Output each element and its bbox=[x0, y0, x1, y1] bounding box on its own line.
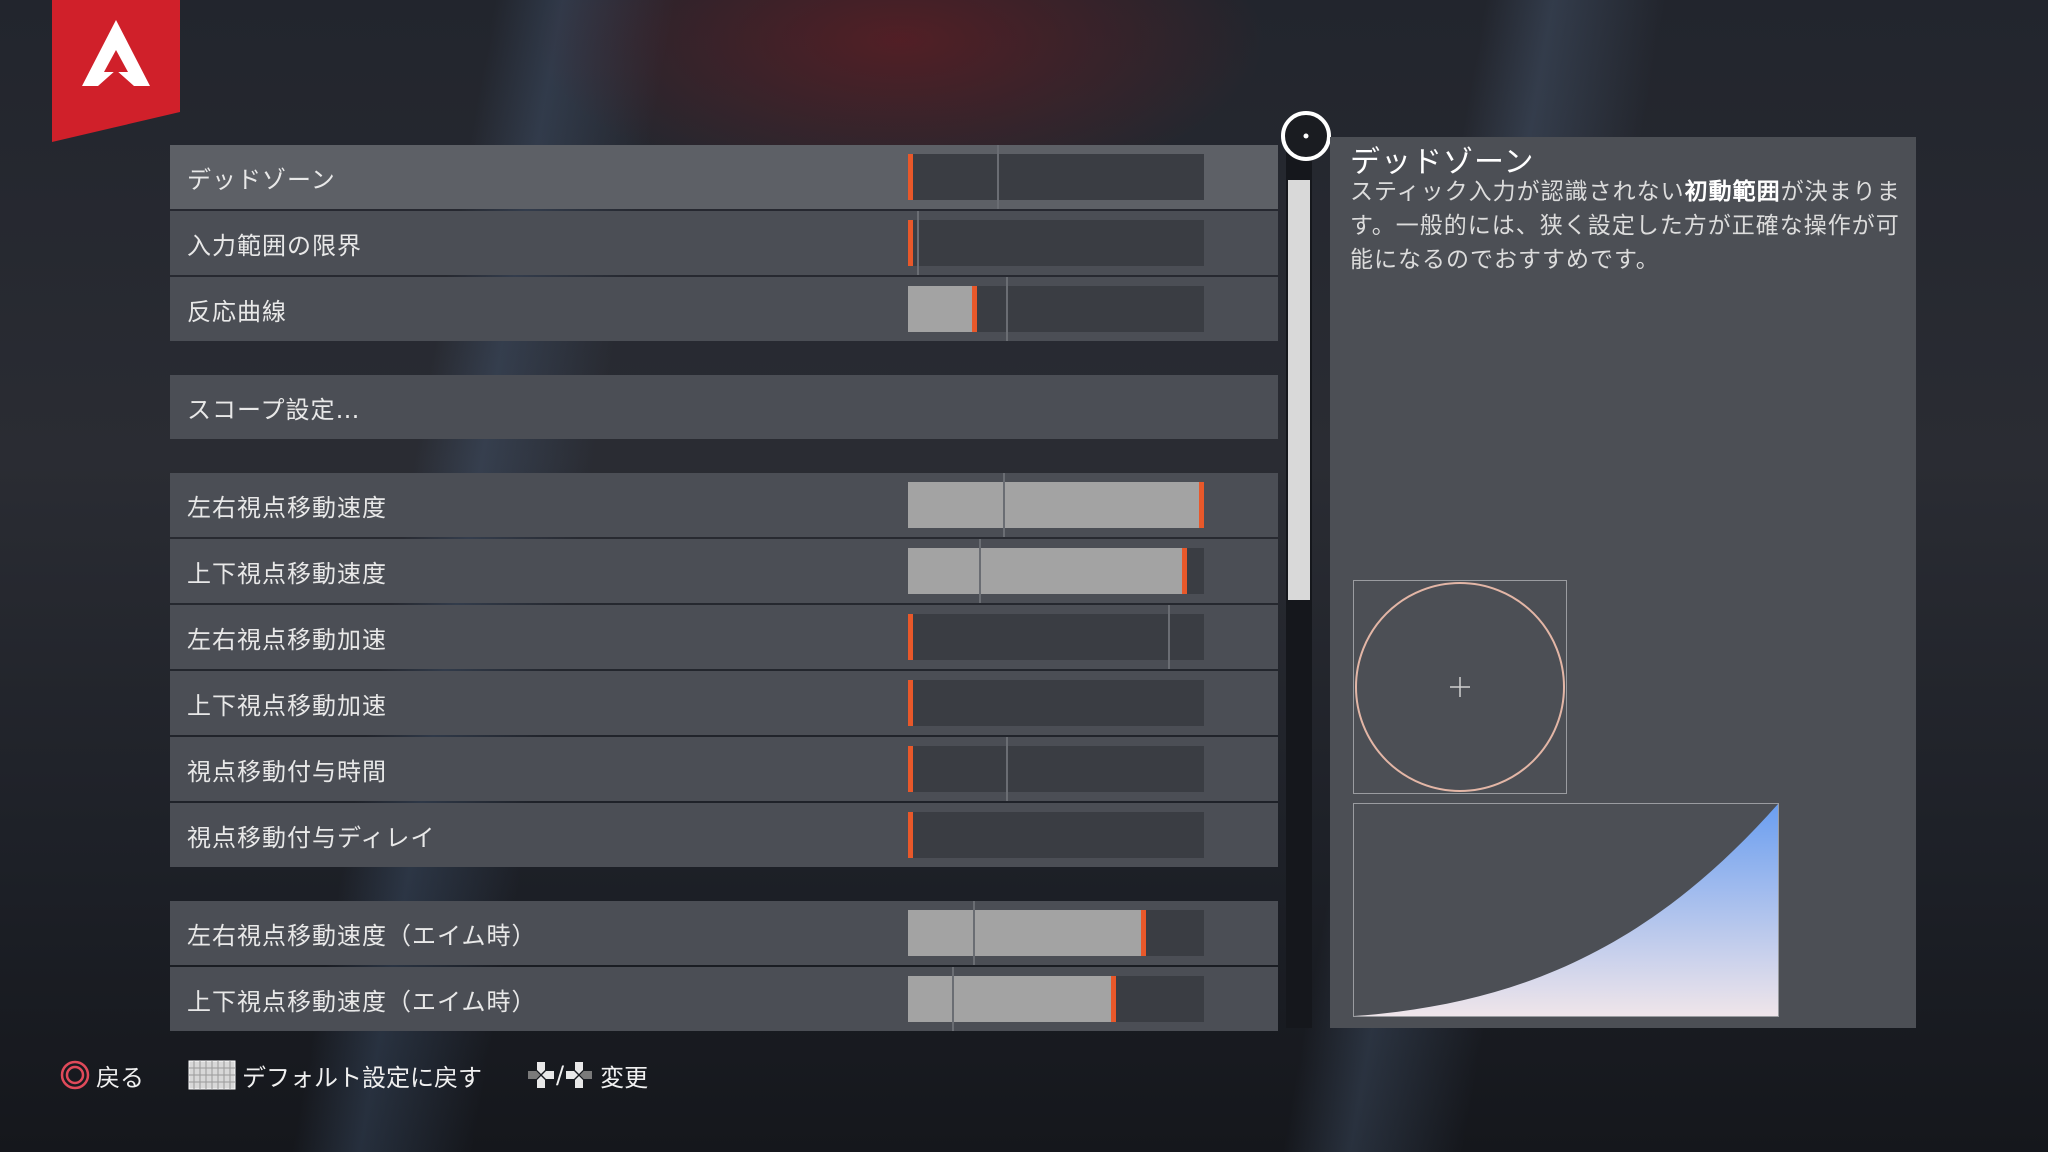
slider-handle[interactable] bbox=[908, 154, 913, 200]
setting-label: 左右視点移動速度 bbox=[187, 493, 387, 522]
response-curve-preview bbox=[1353, 803, 1779, 1017]
slider-handle[interactable] bbox=[908, 220, 913, 266]
slider-fill bbox=[908, 976, 1115, 1022]
setting-label: 左右視点移動速度（エイム時） bbox=[187, 921, 537, 950]
apex-logo-icon bbox=[52, 0, 180, 142]
setting-slider[interactable] bbox=[908, 812, 1204, 858]
scroll-position-icon bbox=[1281, 111, 1331, 161]
slider-fill bbox=[908, 286, 976, 332]
slider-fill bbox=[908, 482, 1204, 528]
back-hint[interactable]: 戻る bbox=[60, 1058, 144, 1093]
slider-default-mark bbox=[997, 145, 999, 209]
circle-button-icon bbox=[60, 1060, 90, 1090]
settings-slider-row[interactable]: 左右視点移動速度 bbox=[170, 473, 1278, 537]
slider-handle[interactable] bbox=[1182, 548, 1187, 594]
info-description: スティック入力が認識されない初動範囲が決まります。一般的には、狭く設定した方が正… bbox=[1350, 175, 1910, 277]
change-hint[interactable]: / 変更 bbox=[526, 1058, 648, 1093]
settings-slider-row[interactable]: デッドゾーン bbox=[170, 145, 1278, 209]
setting-label: 視点移動付与ディレイ bbox=[187, 823, 436, 852]
setting-slider[interactable] bbox=[908, 539, 1204, 603]
setting-label: スコープ設定… bbox=[187, 395, 361, 424]
setting-slider[interactable] bbox=[908, 901, 1204, 965]
setting-slider[interactable] bbox=[908, 473, 1204, 537]
setting-slider[interactable] bbox=[908, 737, 1204, 801]
setting-slider[interactable] bbox=[908, 145, 1204, 209]
touchpad-icon bbox=[188, 1060, 236, 1090]
settings-slider-row[interactable]: 上下視点移動加速 bbox=[170, 671, 1278, 735]
setting-label: 入力範囲の限界 bbox=[187, 231, 362, 260]
setting-slider[interactable] bbox=[908, 211, 1204, 275]
dpad-left-icon bbox=[528, 1062, 554, 1088]
slider-handle[interactable] bbox=[1111, 976, 1116, 1022]
setting-label: 反応曲線 bbox=[187, 297, 287, 326]
setting-label: 上下視点移動速度（エイム時） bbox=[187, 987, 537, 1016]
setting-slider[interactable] bbox=[908, 680, 1204, 726]
slider-fill bbox=[908, 548, 1186, 594]
slider-fill bbox=[908, 910, 1145, 956]
slider-default-mark bbox=[1168, 605, 1170, 669]
setting-label: デッドゾーン bbox=[187, 165, 336, 194]
reset-hint[interactable]: デフォルト設定に戻す bbox=[188, 1058, 482, 1093]
back-label: 戻る bbox=[96, 1063, 144, 1092]
info-desc-bold: 初動範囲 bbox=[1684, 179, 1781, 205]
settings-slider-row[interactable]: 上下視点移動速度（エイム時） bbox=[170, 967, 1278, 1031]
setting-label: 左右視点移動加速 bbox=[187, 625, 387, 654]
settings-list: デッドゾーン 入力範囲の限界 反応曲線 スコープ設定… 左右視点移動速度 上下視点移動速度… bbox=[170, 145, 1278, 1033]
slider-handle[interactable] bbox=[908, 746, 913, 792]
slider-default-mark bbox=[973, 901, 975, 965]
settings-slider-row[interactable]: 視点移動付与時間 bbox=[170, 737, 1278, 801]
info-desc-before: スティック入力が認識されない bbox=[1350, 179, 1685, 205]
dpad-right-icon bbox=[566, 1062, 593, 1088]
slider-default-mark bbox=[1006, 277, 1008, 341]
deadzone-preview bbox=[1353, 580, 1567, 794]
change-label: 変更 bbox=[600, 1063, 649, 1092]
slider-default-mark bbox=[1003, 473, 1005, 537]
slider-default-mark bbox=[979, 539, 981, 603]
settings-slider-row[interactable]: 反応曲線 bbox=[170, 277, 1278, 341]
slider-handle[interactable] bbox=[908, 680, 913, 726]
footer-hints: 戻る デフォルト設定に戻す / 変更 bbox=[60, 1055, 692, 1095]
setting-label: 視点移動付与時間 bbox=[187, 757, 387, 786]
settings-link-row[interactable]: スコープ設定… bbox=[170, 375, 1278, 439]
reset-label: デフォルト設定に戻す bbox=[242, 1063, 482, 1092]
scrollbar-thumb[interactable] bbox=[1288, 180, 1310, 600]
setting-label: 上下視点移動加速 bbox=[187, 691, 387, 720]
slider-default-mark bbox=[952, 967, 954, 1031]
slider-handle[interactable] bbox=[1199, 482, 1204, 528]
settings-slider-row[interactable]: 左右視点移動速度（エイム時） bbox=[170, 901, 1278, 965]
setting-label: 上下視点移動速度 bbox=[187, 559, 387, 588]
setting-slider[interactable] bbox=[908, 277, 1204, 341]
info-panel: デッドゾーン スティック入力が認識されない初動範囲が決まります。一般的には、狭く… bbox=[1330, 137, 1916, 1028]
setting-slider[interactable] bbox=[908, 605, 1204, 669]
setting-slider[interactable] bbox=[908, 967, 1204, 1031]
slider-handle[interactable] bbox=[1141, 910, 1146, 956]
slider-handle[interactable] bbox=[908, 812, 913, 858]
slider-default-mark bbox=[1006, 737, 1008, 801]
settings-slider-row[interactable]: 上下視点移動速度 bbox=[170, 539, 1278, 603]
change-separator: / bbox=[556, 1061, 565, 1089]
slider-handle[interactable] bbox=[908, 614, 913, 660]
settings-slider-row[interactable]: 視点移動付与ディレイ bbox=[170, 803, 1278, 867]
slider-default-mark bbox=[917, 211, 919, 275]
settings-slider-row[interactable]: 入力範囲の限界 bbox=[170, 211, 1278, 275]
settings-slider-row[interactable]: 左右視点移動加速 bbox=[170, 605, 1278, 669]
slider-handle[interactable] bbox=[972, 286, 977, 332]
